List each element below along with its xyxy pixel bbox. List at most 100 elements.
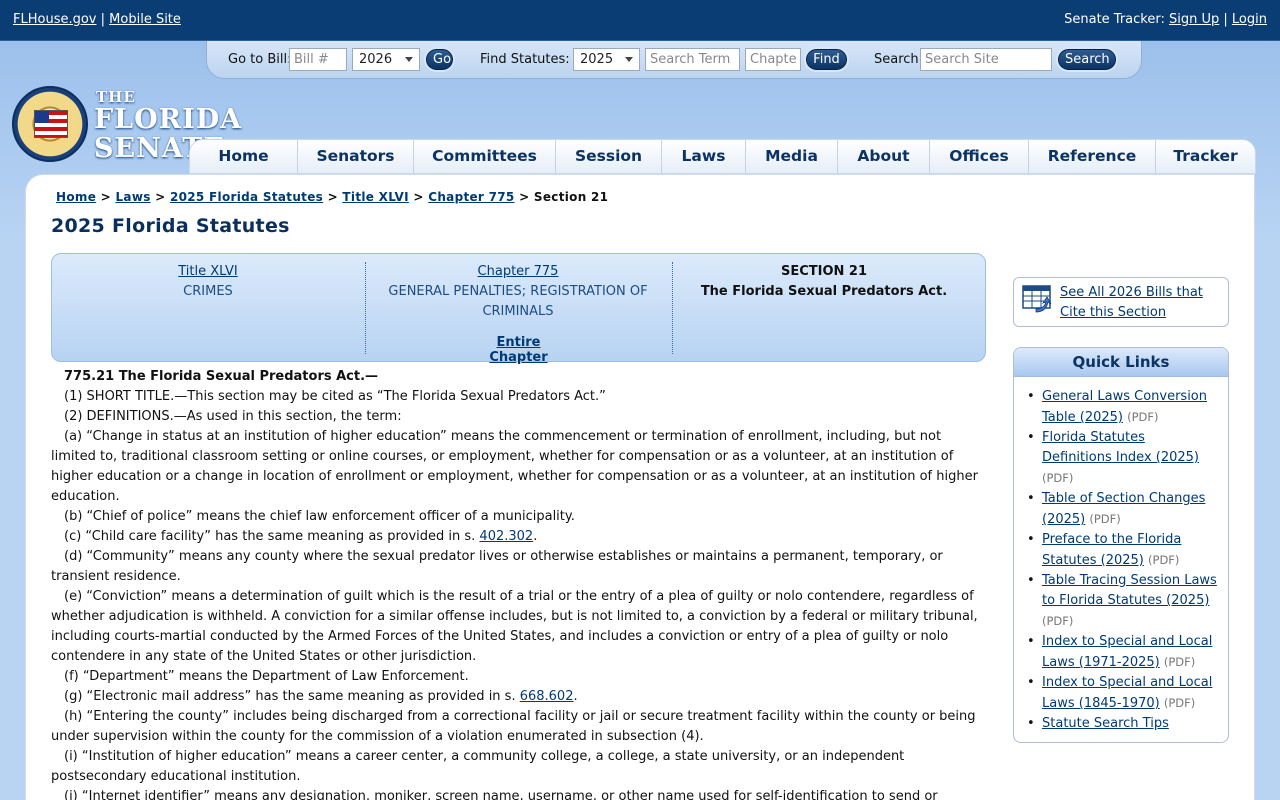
- statute-nav-box: Title XLVI CRIMES Chapter 775 GENERAL PE…: [51, 253, 986, 365]
- go-button[interactable]: Go: [426, 49, 453, 70]
- statute-paragraph: (2) DEFINITIONS.—As used in this section…: [64, 409, 402, 424]
- statute-paragraph: (c) “Child care facility” has the same m…: [51, 527, 987, 547]
- nav-session[interactable]: Session: [556, 140, 662, 173]
- list-item: Index to Special and Local Laws (1971-20…: [1026, 632, 1218, 673]
- title-link[interactable]: Title XLVI: [178, 264, 237, 279]
- nav-home[interactable]: Home: [190, 140, 298, 173]
- section-number: SECTION 21: [780, 264, 868, 279]
- nav-media[interactable]: Media: [746, 140, 838, 173]
- statute-paragraph: (h) “Entering the county” includes being…: [51, 709, 976, 744]
- title-name: CRIMES: [183, 284, 233, 299]
- breadcrumb-current: Section 21: [533, 190, 609, 204]
- statute-link-668602[interactable]: 668.602: [520, 689, 574, 704]
- chapter-name: GENERAL PENALTIES; REGISTRATION OF CRIMI…: [388, 284, 648, 319]
- top-bar: FLHouse.gov | Mobile Site Senate Tracker…: [0, 0, 1280, 41]
- list-item: General Laws Conversion Table (2025) (PD…: [1026, 387, 1218, 428]
- breadcrumb-sep: >: [519, 190, 530, 204]
- section-column: SECTION 21 The Florida Sexual Predators …: [674, 262, 974, 302]
- cite-bills-link[interactable]: See All 2026 Bills that Cite this Sectio…: [1060, 283, 1224, 323]
- breadcrumb-chapter[interactable]: Chapter 775: [428, 190, 514, 204]
- nav-laws[interactable]: Laws: [662, 140, 746, 173]
- statute-paragraph: (d) “Community” means any county where t…: [51, 549, 943, 584]
- quick-link[interactable]: Table Tracing Session Laws to Florida St…: [1042, 573, 1217, 608]
- statute-paragraph: (a) “Change in status at an institution …: [51, 429, 978, 504]
- chevron-down-icon: [405, 57, 413, 62]
- mobile-site-link[interactable]: Mobile Site: [109, 12, 181, 27]
- flag-icon: [34, 110, 68, 138]
- breadcrumb-sep: >: [100, 190, 111, 204]
- pdf-tag: (PDF): [1127, 410, 1159, 424]
- statute-link-402302[interactable]: 402.302: [479, 529, 533, 544]
- flhouse-link[interactable]: FLHouse.gov: [13, 12, 97, 27]
- list-item: Florida Statutes Definitions Index (2025…: [1026, 428, 1218, 489]
- quick-links-title: Quick Links: [1014, 348, 1228, 377]
- page-title: 2025 Florida Statutes: [51, 215, 290, 237]
- tracker-separator: |: [1223, 12, 1228, 27]
- statute-paragraph: (j) “Internet identifier” means any desi…: [64, 789, 938, 800]
- top-separator: |: [100, 12, 106, 27]
- goto-bill-label: Go to Bill:: [228, 52, 292, 67]
- breadcrumb: Home > Laws > 2025 Florida Statutes > Ti…: [56, 190, 608, 204]
- statute-term-input[interactable]: [645, 48, 740, 71]
- statute-year-select[interactable]: 2025: [573, 48, 640, 71]
- breadcrumb-sep: >: [413, 190, 424, 204]
- quick-links-list: General Laws Conversion Table (2025) (PD…: [1014, 377, 1228, 734]
- breadcrumb-sep: >: [155, 190, 166, 204]
- find-button[interactable]: Find: [806, 49, 847, 70]
- search-site-label: Search: [874, 52, 919, 67]
- cite-bills-box: See All 2026 Bills that Cite this Sectio…: [1013, 277, 1229, 327]
- nav-reference[interactable]: Reference: [1029, 140, 1156, 173]
- statute-text-run: .: [533, 529, 538, 544]
- pdf-tag: (PDF): [1148, 553, 1180, 567]
- statute-paragraph: (1) SHORT TITLE.—This section may be cit…: [64, 389, 606, 404]
- breadcrumb-title[interactable]: Title XLVI: [342, 190, 408, 204]
- search-site-input[interactable]: [920, 48, 1052, 71]
- chapter-input[interactable]: [745, 48, 801, 71]
- state-seal-icon: [12, 86, 88, 162]
- pdf-tag: (PDF): [1163, 655, 1196, 669]
- nav-about[interactable]: About: [838, 140, 930, 173]
- search-site-button[interactable]: Search: [1058, 49, 1116, 70]
- breadcrumb-laws[interactable]: Laws: [115, 190, 150, 204]
- nav-senators[interactable]: Senators: [298, 140, 414, 173]
- breadcrumb-home[interactable]: Home: [56, 190, 96, 204]
- nav-offices[interactable]: Offices: [930, 140, 1029, 173]
- login-link[interactable]: Login: [1232, 12, 1267, 27]
- bill-number-input[interactable]: [289, 48, 347, 71]
- column-divider: [672, 262, 673, 354]
- list-item: Preface to the Florida Statutes (2025) (…: [1026, 530, 1218, 571]
- search-toolbar: Go to Bill: 2026 Go Find Statutes: 2025 …: [206, 41, 1142, 79]
- statute-year-value: 2025: [580, 52, 614, 67]
- quick-link[interactable]: Statute Search Tips: [1042, 716, 1169, 731]
- signup-link[interactable]: Sign Up: [1169, 12, 1219, 27]
- statute-text: 775.21 The Florida Sexual Predators Act.…: [51, 367, 987, 800]
- chapter-link[interactable]: Chapter 775: [478, 264, 559, 279]
- title-column: Title XLVI CRIMES: [52, 262, 364, 302]
- column-divider: [365, 262, 366, 354]
- pdf-tag: (PDF): [1042, 471, 1074, 485]
- quick-link[interactable]: Table of Section Changes (2025): [1042, 491, 1205, 527]
- statute-text-run: (g) “Electronic mail address” has the sa…: [64, 689, 520, 704]
- senate-tracker: Senate Tracker: Sign Up | Login: [1064, 12, 1267, 27]
- nav-tracker[interactable]: Tracker: [1156, 140, 1255, 173]
- list-item: Statute Search Tips: [1026, 714, 1218, 734]
- nav-committees[interactable]: Committees: [414, 140, 556, 173]
- top-left-links: FLHouse.gov | Mobile Site: [13, 12, 181, 27]
- tracker-label: Senate Tracker:: [1064, 12, 1165, 27]
- statute-paragraph: (i) “Institution of higher education” me…: [51, 749, 905, 784]
- quick-link[interactable]: General Laws Conversion Table (2025): [1042, 389, 1207, 425]
- statute-paragraph: (e) “Conviction” means a determination o…: [51, 589, 978, 664]
- breadcrumb-statutes[interactable]: 2025 Florida Statutes: [170, 190, 323, 204]
- bill-year-value: 2026: [359, 52, 393, 67]
- entire-chapter-link[interactable]: Entire Chapter: [466, 335, 571, 365]
- section-name: The Florida Sexual Predators Act.: [700, 284, 948, 299]
- list-item: Index to Special and Local Laws (1845-19…: [1026, 673, 1218, 714]
- pdf-tag: (PDF): [1089, 512, 1121, 526]
- list-item: Table Tracing Session Laws to Florida St…: [1026, 571, 1218, 632]
- statute-paragraph: (g) “Electronic mail address” has the sa…: [51, 687, 987, 707]
- quick-link[interactable]: Florida Statutes Definitions Index (2025…: [1042, 430, 1199, 465]
- statute-heading: 775.21 The Florida Sexual Predators Act.…: [64, 369, 379, 384]
- statute-text-run: (c) “Child care facility” has the same m…: [64, 529, 480, 544]
- breadcrumb-sep: >: [327, 190, 338, 204]
- bill-year-select[interactable]: 2026: [352, 48, 420, 71]
